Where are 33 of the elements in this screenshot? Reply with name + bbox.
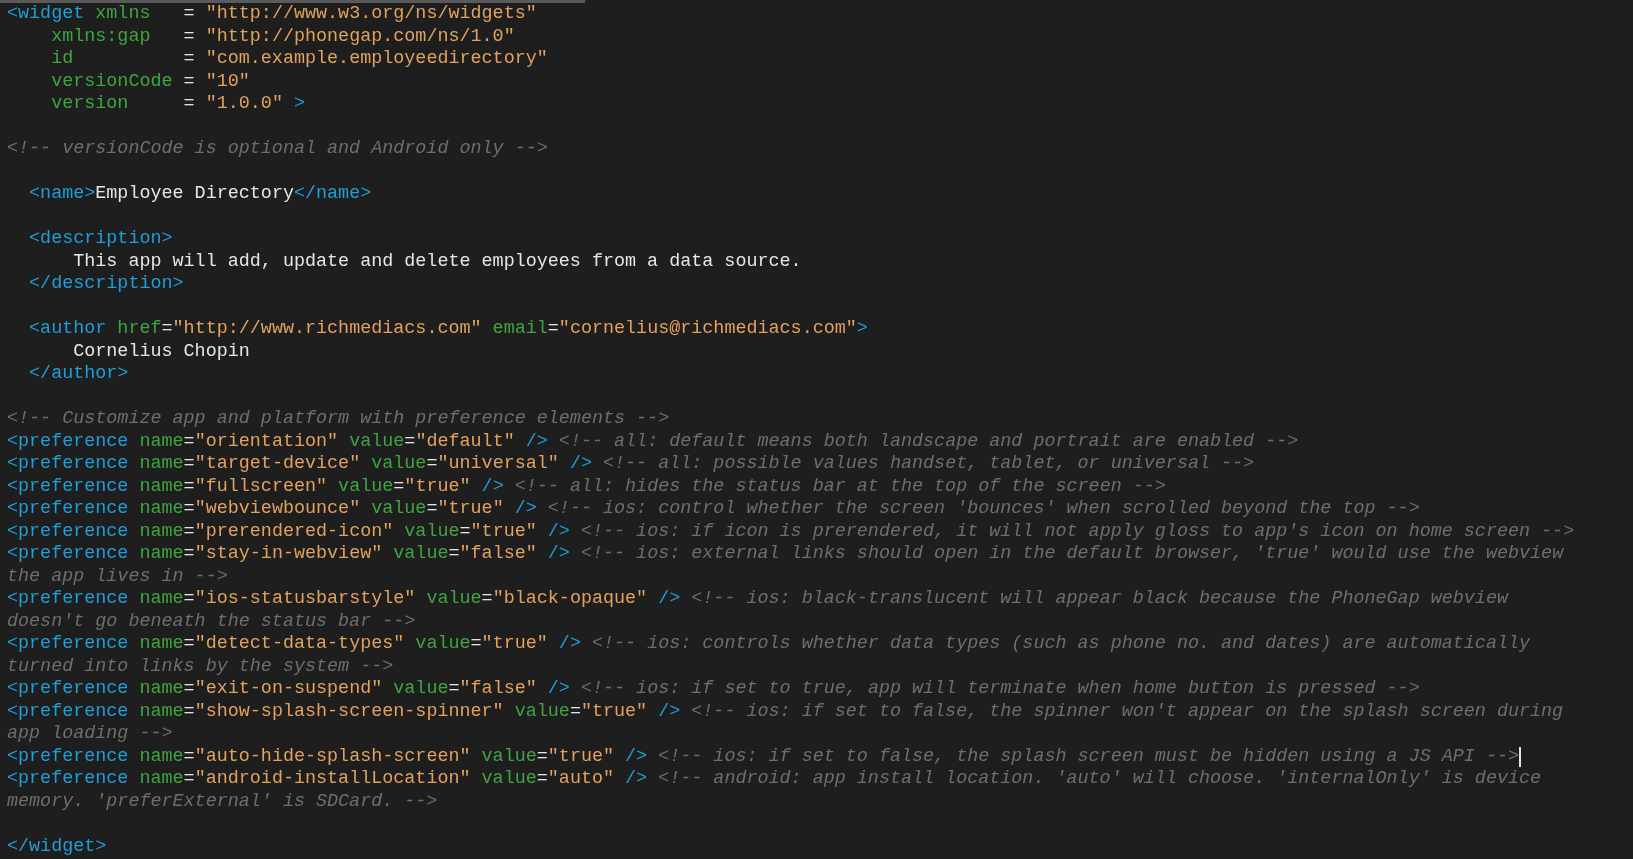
code-line: <widget xmlns = "http://www.w3.org/ns/widgets": [7, 3, 537, 26]
code-line: <preference name="prerendered-icon" value="true" /> <!-- ios: if icon is prerendered, it will not apply gloss to app's icon on home screen -->: [7, 520, 1575, 543]
code-line: </author>: [28, 363, 129, 386]
code-line: <name>Employee Directory</name>: [28, 183, 372, 206]
code-line: <preference name="orientation" value="default" /> <!-- all: default means both landscape and portrait are enabled -->: [7, 430, 1299, 453]
code-line: versionCode = "10": [50, 70, 250, 93]
code-line: <!-- Customize app and platform with preference elements -->: [7, 408, 670, 431]
code-line: Cornelius Chopin: [72, 340, 250, 363]
code-line: <author href="http://www.richmediacs.com" email="cornelius@richmediacs.com">: [28, 318, 868, 341]
horizontal-scrollbar[interactable]: [0, 0, 585, 3]
code-line: </widget>: [7, 835, 107, 858]
code-line: This app will add, update and delete employees from a data source.: [72, 250, 802, 273]
code-line: memory. 'preferExternal' is SDCard. -->: [7, 790, 438, 813]
code-line: xmlns:gap = "http://phonegap.com/ns/1.0": [50, 25, 515, 48]
code-line: id = "com.example.employeedirectory": [50, 48, 548, 71]
code-line: </description>: [28, 273, 184, 296]
code-line: <preference name="auto-hide-splash-screen" value="true" /> <!-- ios: if set to false, the splash screen must be hidden using a JS API -->: [7, 745, 1519, 768]
code-line: <preference name="detect-data-types" value="true" /> <!-- ios: controls whether data types (such as phone no. and dates) are automatically: [7, 633, 1531, 656]
code-line: version = "1.0.0" >: [50, 93, 305, 116]
code-line: <preference name="show-splash-screen-spinner" value="true" /> <!-- ios: if set to false, the spinner won't appear on the splash screen during: [7, 700, 1564, 723]
code-line: <preference name="target-device" value="universal" /> <!-- all: possible values handset, tablet, or universal -->: [7, 453, 1255, 476]
code-line: <preference name="exit-on-suspend" value="false" /> <!-- ios: if set to true, app will terminate when home button is pressed -->: [7, 678, 1420, 701]
code-line: <preference name="fullscreen" value="true" /> <!-- all: hides the status bar at the top of the screen -->: [7, 475, 1166, 498]
code-line: turned into links by the system -->: [7, 655, 394, 678]
code-line: <preference name="android-installLocation" value="auto" /> <!-- android: app install location. 'auto' will choose. 'internalOnly' is device: [7, 768, 1542, 791]
code-line: <!-- versionCode is optional and Android only -->: [7, 138, 548, 161]
code-line: <preference name="stay-in-webview" value="false" /> <!-- ios: external links should open in the default browser, 'true' would use the webview: [7, 543, 1564, 566]
code-line: the app lives in -->: [7, 565, 228, 588]
code-line: app loading -->: [7, 723, 173, 746]
code-line: <description>: [28, 228, 173, 251]
code-line: doesn't go beneath the status bar -->: [7, 610, 416, 633]
code-line: <preference name="webviewbounce" value="true" /> <!-- ios: control whether the screen 'bounces' when scrolled beyond the top -->: [7, 498, 1420, 521]
code-line: <preference name="ios-statusbarstyle" value="black-opaque" /> <!-- ios: black-translucent will appear black because the PhoneGap webview: [7, 588, 1508, 611]
